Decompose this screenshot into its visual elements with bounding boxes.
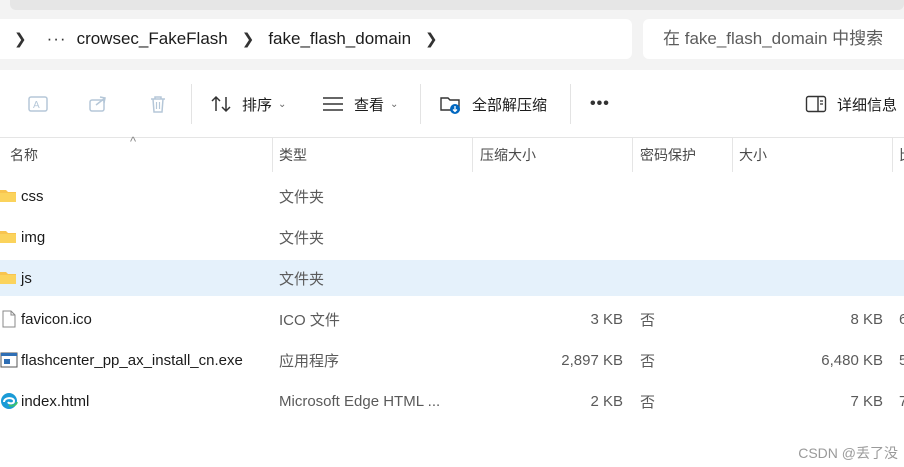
file-type: 应用程序 xyxy=(279,352,340,370)
column-header-ratio[interactable]: 比 xyxy=(899,138,904,172)
tab-edge xyxy=(10,0,904,10)
file-name: js xyxy=(21,269,32,287)
file-type: 文件夹 xyxy=(279,270,325,288)
toolbar-divider xyxy=(191,84,192,124)
file-password-protected: 否 xyxy=(640,352,656,370)
sort-icon xyxy=(211,95,231,113)
watermark: CSDN @丢了没 xyxy=(798,445,898,461)
column-header-name[interactable]: 名称 xyxy=(10,138,38,172)
more-options-button[interactable]: ••• xyxy=(590,88,610,120)
file-name: index.html xyxy=(21,392,90,410)
toolbar-divider xyxy=(420,84,421,124)
exe-icon xyxy=(0,352,18,368)
view-label: 查看 xyxy=(354,96,385,114)
file-ratio: 5 xyxy=(899,351,904,369)
column-separator[interactable] xyxy=(892,138,893,172)
file-ratio: 6 xyxy=(899,310,904,328)
file-size: 6,480 KB xyxy=(821,351,883,369)
delete-icon[interactable] xyxy=(146,92,170,116)
column-separator[interactable] xyxy=(272,138,273,172)
file-row[interactable]: js 文件夹 xyxy=(0,260,904,296)
file-row[interactable]: css 文件夹 xyxy=(0,178,904,214)
breadcrumb[interactable]: ❯ ··· crowsec_FakeFlash ❯ fake_flash_dom… xyxy=(0,19,632,59)
column-header-compressed-size[interactable]: 压缩大小 xyxy=(480,138,536,172)
chevron-right-icon[interactable]: ❯ xyxy=(14,32,27,47)
sort-label: 排序 xyxy=(242,96,273,114)
file-type: 文件夹 xyxy=(279,188,325,206)
column-header-size[interactable]: 大小 xyxy=(739,138,767,172)
chevron-down-icon: ⌄ xyxy=(390,98,399,110)
details-label: 详细信息 xyxy=(837,96,898,114)
file-ratio: 7 xyxy=(899,392,904,410)
file-name: flashcenter_pp_ax_install_cn.exe xyxy=(21,351,243,369)
file-compressed-size: 3 KB xyxy=(590,310,623,328)
chevron-down-icon: ⌄ xyxy=(278,98,287,110)
column-header-password-protected[interactable]: 密码保护 xyxy=(640,138,696,172)
column-separator[interactable] xyxy=(632,138,633,172)
command-bar: A 排序 ⌄ 查看 ⌄ 全部解压缩 ••• 详细信息 xyxy=(0,70,904,138)
file-row[interactable]: flashcenter_pp_ax_install_cn.exe 应用程序 2,… xyxy=(0,342,904,378)
toolbar-divider xyxy=(570,84,571,124)
share-icon[interactable] xyxy=(86,92,110,116)
file-type: ICO 文件 xyxy=(279,311,340,329)
rename-icon[interactable]: A xyxy=(26,92,50,116)
details-pane-icon xyxy=(805,95,827,113)
title-strip xyxy=(0,0,904,10)
folder-icon xyxy=(0,190,16,202)
file-row[interactable]: img 文件夹 xyxy=(0,219,904,255)
view-button[interactable]: 查看 ⌄ xyxy=(322,88,398,120)
file-type: 文件夹 xyxy=(279,229,325,247)
extract-folder-icon xyxy=(440,97,460,114)
extract-all-label: 全部解压缩 xyxy=(472,96,548,114)
file-name: css xyxy=(21,187,44,205)
search-box[interactable] xyxy=(643,19,904,59)
column-separator[interactable] xyxy=(732,138,733,172)
file-password-protected: 否 xyxy=(640,393,656,411)
sort-button[interactable]: 排序 ⌄ xyxy=(210,88,286,120)
view-list-icon xyxy=(323,97,343,111)
file-password-protected: 否 xyxy=(640,311,656,329)
column-headers: ^ 名称 类型 压缩大小 密码保护 大小 比 xyxy=(0,134,904,172)
chevron-right-icon[interactable]: ❯ xyxy=(425,32,438,47)
file-size: 8 KB xyxy=(850,310,883,328)
file-row[interactable]: favicon.ico ICO 文件 3 KB 否 8 KB 6 xyxy=(0,301,904,337)
breadcrumb-overflow[interactable]: ··· xyxy=(47,29,67,49)
more-options-icon: ••• xyxy=(590,95,610,112)
folder-icon xyxy=(0,231,16,243)
folder-icon xyxy=(0,272,16,284)
edge-icon xyxy=(1,393,18,409)
breadcrumb-item-crowsec[interactable]: crowsec_FakeFlash xyxy=(73,29,232,49)
file-compressed-size: 2,897 KB xyxy=(561,351,623,369)
file-row[interactable]: index.html Microsoft Edge HTML ... 2 KB … xyxy=(0,383,904,419)
column-separator[interactable] xyxy=(472,138,473,172)
breadcrumb-item-fake-flash-domain[interactable]: fake_flash_domain xyxy=(264,29,415,49)
file-size: 7 KB xyxy=(850,392,883,410)
file-icon xyxy=(2,310,16,328)
file-type: Microsoft Edge HTML ... xyxy=(279,392,441,410)
chevron-right-icon[interactable]: ❯ xyxy=(242,32,255,47)
search-input[interactable] xyxy=(661,28,904,50)
column-header-type[interactable]: 类型 xyxy=(279,138,307,172)
svg-text:A: A xyxy=(33,100,40,111)
file-name: favicon.ico xyxy=(21,310,92,328)
details-pane-button[interactable]: 详细信息 xyxy=(805,88,897,120)
extract-all-button[interactable]: 全部解压缩 xyxy=(440,88,547,120)
sort-ascending-icon: ^ xyxy=(130,134,137,149)
file-compressed-size: 2 KB xyxy=(590,392,623,410)
file-name: img xyxy=(21,228,46,246)
